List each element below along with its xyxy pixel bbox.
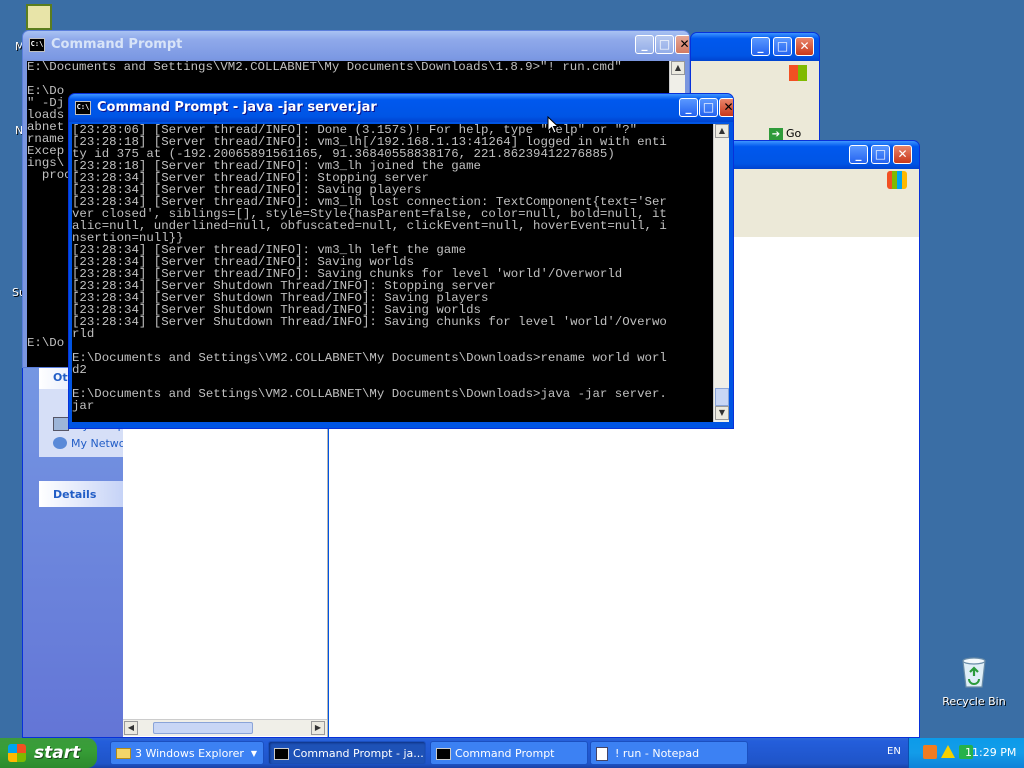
scroll-thumb[interactable] [153,722,253,734]
server-command-prompt-titlebar[interactable]: C:\ Command Prompt - java -jar server.ja… [69,94,733,122]
clock[interactable]: 11:29 PM [965,746,1016,759]
my-network-link-label: My Netwo [71,437,126,450]
console-line: [23:28:34] [Server Shutdown Thread/INFO]… [72,315,667,329]
taskbar-item[interactable]: 3 Windows Explorer ▼ [110,741,264,765]
tree-hscrollbar[interactable]: ◀ ▶ [123,719,327,736]
windows-logo-icon [789,65,807,81]
chevron-down-icon: ▼ [250,749,257,758]
taskbar-item[interactable]: Command Prompt - ja... [268,741,426,765]
system-tray: EN 11:29 PM [887,738,1024,768]
scroll-left-button[interactable]: ◀ [124,721,138,735]
maximize-button[interactable]: □ [871,145,890,164]
window-title: Command Prompt - java -jar server.jar [97,100,377,115]
taskbar-item-label: Command Prompt - ja... [293,747,424,760]
scroll-up-button[interactable]: ▲ [715,124,729,138]
command-prompt-titlebar[interactable]: C:\ Command Prompt [23,31,689,59]
notepad-icon [596,747,608,761]
scroll-thumb[interactable] [715,388,729,406]
start-button[interactable]: start [0,738,97,768]
taskbar-item-label: ! run - Notepad [615,747,700,760]
desktop-recycle-bin[interactable]: Recycle Bin [938,655,1010,715]
console-icon [274,748,289,760]
recycle-bin-label: Recycle Bin [942,695,1006,708]
close-button[interactable]: ✕ [893,145,912,164]
window-title: Command Prompt [51,37,183,52]
minimize-button[interactable]: _ [751,37,770,56]
language-indicator[interactable]: EN [887,746,901,757]
taskbar-item-label: 3 Windows Explorer [135,747,244,760]
maximize-button[interactable]: □ [699,98,718,117]
details-header: Details [53,488,97,501]
minimize-button[interactable]: _ [679,98,698,117]
computer-icon [53,417,69,431]
details-panel[interactable]: Details [39,481,123,507]
console-vscrollbar[interactable]: ▲ ▼ [713,124,729,422]
console-icon [436,748,451,760]
console-line: E:\Documents and Settings\VM2.COLLABNET\… [72,387,667,401]
scroll-right-button[interactable]: ▶ [311,721,325,735]
minimize-button[interactable]: _ [849,145,868,164]
network-icon [53,437,67,449]
recycle-bin-icon [962,657,986,688]
taskbar-item[interactable]: Command Prompt [430,741,588,765]
maximize-button[interactable]: □ [655,35,674,54]
windows-logo-icon [8,744,26,762]
start-label: start [34,743,81,763]
windows-logo-icon [887,171,907,189]
minimize-button[interactable]: _ [635,35,654,54]
console-output[interactable]: [23:28:06] [Server thread/INFO]: Done (3… [72,124,713,422]
tray-icon-warning[interactable] [941,745,955,758]
my-network-link[interactable]: My Netwo [53,437,126,450]
server-command-prompt-window[interactable]: C:\ Command Prompt - java -jar server.ja… [68,93,734,429]
folder-icon [116,748,131,759]
console-icon: C:\ [29,38,45,52]
mouse-cursor-icon [547,116,559,134]
go-label: Go [786,127,802,140]
maximize-button[interactable]: □ [773,37,792,56]
taskbar-item[interactable]: ! run - Notepad [590,741,748,765]
console-line: jar [72,399,95,413]
console-line: rld [72,327,95,341]
desktop-icon[interactable] [26,4,52,30]
taskbar: start 3 Windows Explorer ▼ Command Prompt … [0,738,1024,768]
scroll-down-button[interactable]: ▼ [715,406,729,420]
taskbar-item-label: Command Prompt [455,747,555,760]
close-button[interactable]: ✕ [795,37,814,56]
close-button[interactable]: ✕ [719,98,733,117]
console-icon: C:\ [75,101,91,115]
console-line: E:\Documents and Settings\VM2.COLLABNET\… [27,61,622,74]
scroll-up-button[interactable]: ▲ [671,61,685,75]
close-button[interactable]: ✕ [675,35,689,54]
console-line: d2 [72,363,87,377]
console-line: E:\Documents and Settings\VM2.COLLABNET\… [72,351,667,365]
tray-icon-orange[interactable] [923,745,937,759]
